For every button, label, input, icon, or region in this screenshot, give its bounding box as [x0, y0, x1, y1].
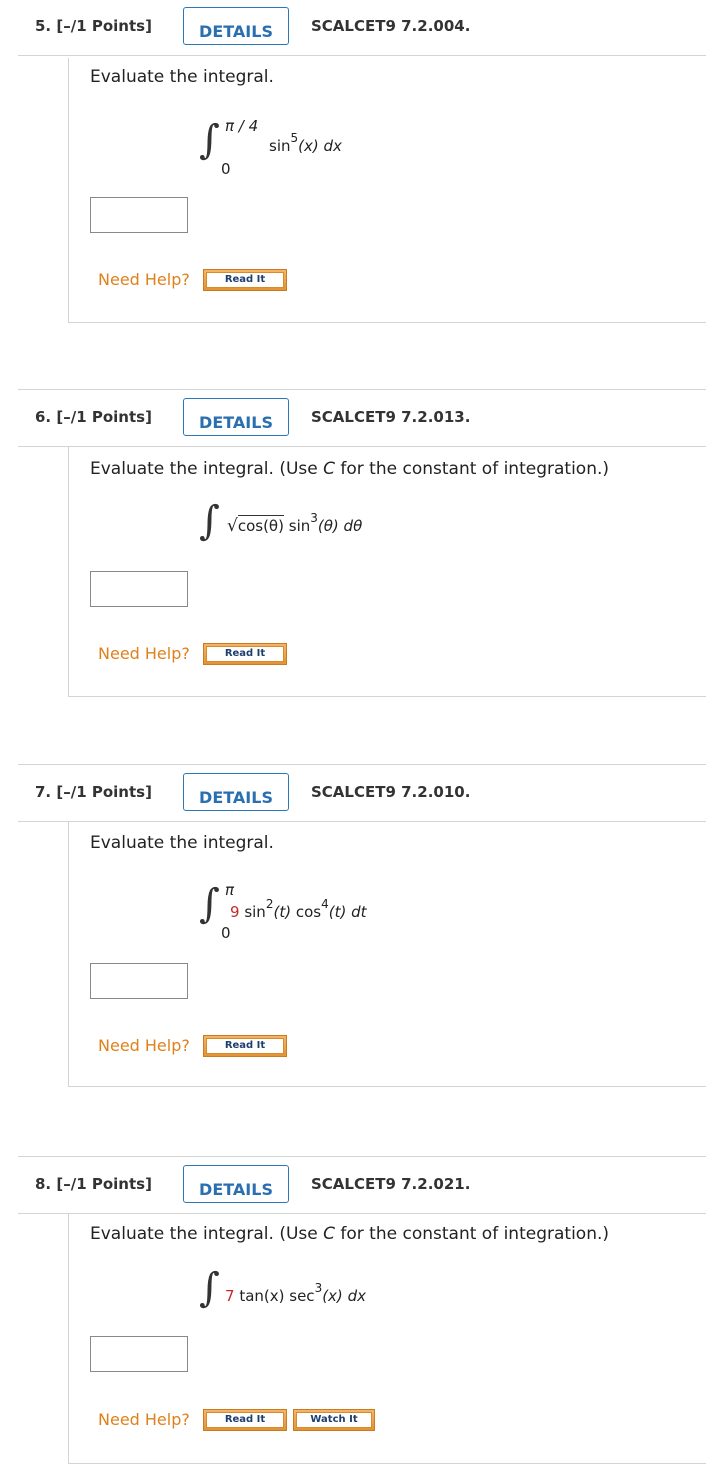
upper-limit: π	[225, 881, 235, 899]
read-it-label: Read It	[206, 272, 284, 288]
question-header: 5. [–/1 Points] DETAILS SCALCET9 7.2.004…	[18, 0, 706, 56]
differential: dx	[323, 137, 342, 155]
question-prompt: Evaluate the integral.	[90, 67, 274, 87]
read-it-button[interactable]: Read It	[203, 1035, 287, 1057]
integrand: √cos(θ) sin3(θ) dθ	[227, 511, 363, 536]
func-sin: sin	[244, 903, 266, 921]
question-id: SCALCET9 7.2.004.	[311, 17, 471, 35]
prompt-text-end: for the constant of integration.)	[335, 1224, 610, 1244]
details-button[interactable]: DETAILS	[183, 398, 289, 436]
question-number: 6.	[35, 408, 52, 426]
question-prompt: Evaluate the integral. (Use C for the co…	[90, 459, 609, 479]
question-points: [–/1 Points]	[56, 408, 152, 426]
question-points: [–/1 Points]	[56, 1175, 152, 1193]
func-tan: tan(x)	[239, 1287, 290, 1305]
integral-expression: ∫ 7 tan(x) sec3(x) dx	[199, 1266, 459, 1326]
question-points: [–/1 Points]	[56, 17, 152, 35]
details-button[interactable]: DETAILS	[183, 7, 289, 45]
integral-expression: ∫ π 0 9 sin2(t) cos4(t) dt	[199, 878, 459, 948]
constant-var: C	[323, 1224, 335, 1244]
integral-sign: ∫	[199, 881, 220, 927]
func-sin: sin	[288, 517, 311, 535]
differential: dθ	[343, 517, 363, 535]
question-header: 7. [–/1 Points] DETAILS SCALCET9 7.2.010…	[18, 764, 706, 822]
details-button[interactable]: DETAILS	[183, 1165, 289, 1203]
argument-2: (t)	[328, 903, 352, 921]
question-number-points: 7. [–/1 Points]	[35, 783, 152, 801]
integral-sign: ∫	[199, 498, 220, 544]
argument: (x)	[298, 137, 324, 155]
integrand: 7 tan(x) sec3(x) dx	[225, 1281, 366, 1305]
read-it-label: Read It	[206, 1038, 284, 1054]
prompt-text-end: for the constant of integration.)	[335, 459, 610, 479]
func-cos: cos	[295, 903, 322, 921]
read-it-button[interactable]: Read It	[203, 269, 287, 291]
power-1: 2	[265, 897, 274, 911]
answer-input[interactable]	[90, 571, 188, 607]
sqrt-symbol: √	[227, 516, 238, 536]
question-number: 7.	[35, 783, 52, 801]
argument-1: (t)	[273, 903, 296, 921]
power: 5	[290, 131, 299, 145]
integral-sign: ∫	[199, 117, 220, 163]
answer-input[interactable]	[90, 197, 188, 233]
differential: dx	[347, 1287, 366, 1305]
integrand: sin5(x) dx	[269, 131, 342, 155]
question-number: 8.	[35, 1175, 52, 1193]
watch-it-button[interactable]: Watch It	[293, 1409, 375, 1431]
need-help-label: Need Help?	[98, 644, 190, 663]
read-it-button[interactable]: Read It	[203, 643, 287, 665]
prompt-text: Evaluate the integral. (Use	[90, 459, 324, 479]
details-button[interactable]: DETAILS	[183, 773, 289, 811]
integrand: 9 sin2(t) cos4(t) dt	[230, 897, 367, 921]
prompt-text: Evaluate the integral. (Use	[90, 1224, 324, 1244]
integral-sign: ∫	[199, 1265, 220, 1311]
coefficient: 9	[230, 903, 240, 921]
answer-input[interactable]	[90, 963, 188, 999]
argument: (θ)	[317, 517, 344, 535]
question-body: Evaluate the integral. ∫ π 0 9 sin2(t) c…	[68, 822, 706, 1087]
question-prompt: Evaluate the integral.	[90, 833, 274, 853]
question-header: 8. [–/1 Points] DETAILS SCALCET9 7.2.021…	[18, 1156, 706, 1214]
question-body: Evaluate the integral. (Use C for the co…	[68, 447, 706, 697]
question-points: [–/1 Points]	[56, 783, 152, 801]
lower-limit: 0	[221, 160, 231, 178]
question-id: SCALCET9 7.2.010.	[311, 783, 471, 801]
need-help-label: Need Help?	[98, 270, 190, 289]
read-it-label: Read It	[206, 646, 284, 662]
upper-limit: π / 4	[225, 117, 259, 135]
read-it-label: Read It	[206, 1412, 284, 1428]
power: 3	[310, 511, 318, 525]
question-header: 6. [–/1 Points] DETAILS SCALCET9 7.2.013…	[18, 389, 706, 447]
question-id: SCALCET9 7.2.013.	[311, 408, 471, 426]
integral-expression: ∫ √cos(θ) sin3(θ) dθ	[199, 499, 459, 559]
power: 3	[314, 1281, 323, 1295]
integral-expression: ∫ π / 4 0 sin5(x) dx	[199, 114, 399, 184]
watch-it-label: Watch It	[296, 1412, 372, 1428]
need-help-label: Need Help?	[98, 1036, 190, 1055]
question-id: SCALCET9 7.2.021.	[311, 1175, 471, 1193]
power-2: 4	[321, 897, 329, 911]
question-number-points: 5. [–/1 Points]	[35, 17, 152, 35]
need-help-label: Need Help?	[98, 1410, 190, 1429]
func-sin: sin	[269, 137, 291, 155]
question-number: 5.	[35, 17, 52, 35]
argument: (x)	[322, 1287, 348, 1305]
answer-input[interactable]	[90, 1336, 188, 1372]
sqrt-content: cos(θ)	[237, 515, 284, 535]
question-body: Evaluate the integral. (Use C for the co…	[68, 1214, 706, 1464]
coefficient: 7	[225, 1287, 235, 1305]
question-number-points: 6. [–/1 Points]	[35, 408, 152, 426]
question-number-points: 8. [–/1 Points]	[35, 1175, 152, 1193]
question-body: Evaluate the integral. ∫ π / 4 0 sin5(x)…	[68, 58, 706, 323]
read-it-button[interactable]: Read It	[203, 1409, 287, 1431]
question-prompt: Evaluate the integral. (Use C for the co…	[90, 1224, 609, 1244]
lower-limit: 0	[221, 924, 231, 942]
differential: dt	[351, 903, 367, 921]
func-sec: sec	[289, 1287, 315, 1305]
constant-var: C	[323, 459, 335, 479]
